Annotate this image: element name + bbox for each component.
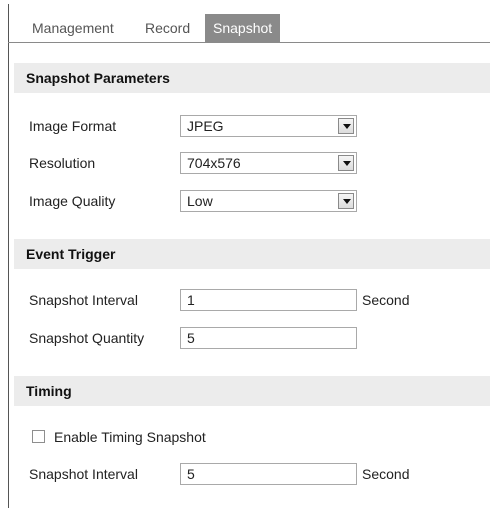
enable-timing-snapshot-label[interactable]: Enable Timing Snapshot — [54, 426, 206, 448]
tab-management[interactable]: Management — [32, 14, 114, 42]
image-format-value: JPEG — [187, 118, 224, 134]
image-quality-value: Low — [187, 193, 213, 209]
enable-timing-snapshot-checkbox[interactable] — [32, 430, 45, 443]
image-quality-label: Image Quality — [29, 193, 116, 209]
event-snapshot-interval-input[interactable] — [180, 289, 357, 311]
image-format-select[interactable]: JPEG — [180, 115, 357, 137]
event-snapshot-interval-label: Snapshot Interval — [29, 292, 138, 308]
tab-snapshot[interactable]: Snapshot — [205, 14, 281, 42]
image-format-label: Image Format — [29, 118, 117, 134]
tab-record[interactable]: Record — [145, 14, 190, 42]
event-snapshot-interval-unit: Second — [362, 292, 410, 308]
resolution-value: 704x576 — [187, 155, 241, 171]
timing-snapshot-interval-label: Snapshot Interval — [29, 466, 138, 482]
section-header-event-trigger: Event Trigger — [14, 239, 490, 269]
timing-snapshot-interval-input[interactable] — [180, 463, 357, 485]
snapshot-quantity-label: Snapshot Quantity — [29, 330, 145, 346]
snapshot-quantity-input[interactable] — [180, 327, 357, 349]
resolution-select[interactable]: 704x576 — [180, 152, 357, 174]
tab-bar: Management Record Snapshot — [8, 14, 490, 43]
section-header-snapshot-parameters: Snapshot Parameters — [14, 63, 490, 93]
image-quality-select[interactable]: Low — [180, 190, 357, 212]
resolution-label: Resolution — [29, 155, 96, 171]
section-header-timing: Timing — [14, 376, 490, 406]
chevron-down-icon[interactable] — [338, 193, 354, 209]
left-border — [8, 4, 9, 508]
chevron-down-icon[interactable] — [338, 118, 354, 134]
timing-snapshot-interval-unit: Second — [362, 466, 410, 482]
chevron-down-icon[interactable] — [338, 155, 354, 171]
